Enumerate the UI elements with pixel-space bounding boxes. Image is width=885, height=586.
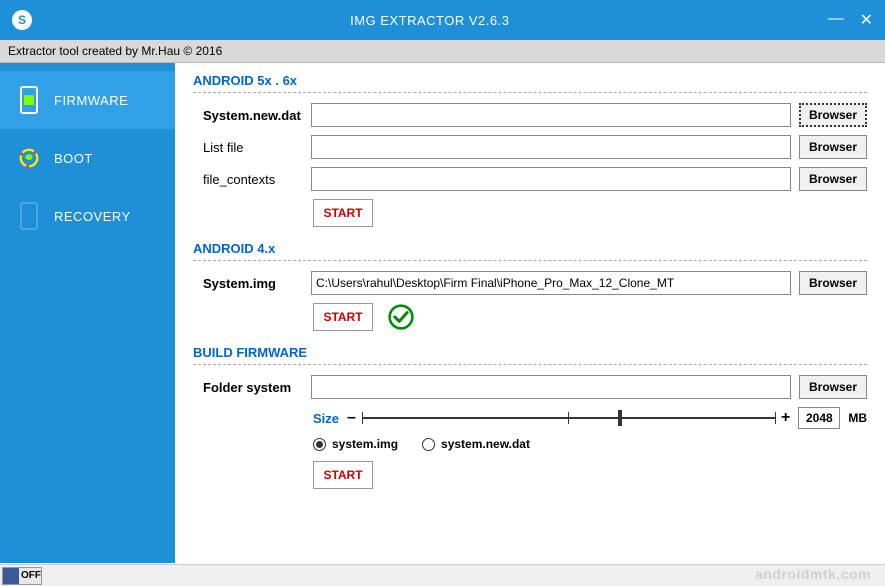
radio-system-img[interactable]: system.img <box>313 437 398 451</box>
off-toggle-label: OFF <box>21 570 41 581</box>
list-file-label: List file <box>193 140 303 155</box>
section-header: ANDROID 4.x <box>193 241 867 256</box>
system-new-dat-label: System.new.dat <box>193 108 303 123</box>
system-new-dat-input[interactable] <box>311 103 791 127</box>
sidebar-item-label: FIRMWARE <box>54 93 128 108</box>
minimize-button[interactable]: — <box>828 10 844 30</box>
list-file-input[interactable] <box>311 135 791 159</box>
radio-icon <box>313 438 326 451</box>
file-contexts-input[interactable] <box>311 167 791 191</box>
section-android-4x: ANDROID 4.x System.img Browser START <box>193 241 867 331</box>
divider <box>193 260 867 261</box>
sidebar-item-label: BOOT <box>54 151 93 166</box>
divider <box>193 364 867 365</box>
section-header: ANDROID 5x . 6x <box>193 73 867 88</box>
start-button-android4[interactable]: START <box>313 303 373 331</box>
folder-system-input[interactable] <box>311 375 791 399</box>
size-label: Size <box>313 411 339 426</box>
divider <box>193 92 867 93</box>
sidebar-item-label: RECOVERY <box>54 209 131 224</box>
subtitle-bar: Extractor tool created by Mr.Hau © 2016 <box>0 40 885 63</box>
section-android-5x-6x: ANDROID 5x . 6x System.new.dat Browser L… <box>193 73 867 227</box>
sidebar-item-recovery[interactable]: RECOVERY <box>0 187 175 245</box>
footer: OFF androidmtk.com <box>0 564 885 586</box>
folder-system-browser-button[interactable]: Browser <box>799 375 867 399</box>
content-panel: ANDROID 5x . 6x System.new.dat Browser L… <box>175 63 885 563</box>
success-checkmark-icon <box>387 303 415 331</box>
radio-icon <box>422 438 435 451</box>
system-img-label: System.img <box>193 276 303 291</box>
watermark: androidmtk.com <box>755 566 871 582</box>
boot-icon <box>18 143 40 173</box>
titlebar: S IMG EXTRACTOR V2.6.3 — ✕ <box>0 0 885 40</box>
size-increase-button[interactable]: + <box>781 409 790 427</box>
size-unit-label: MB <box>848 411 867 425</box>
firmware-icon <box>18 85 40 115</box>
size-decrease-button[interactable]: – <box>347 409 356 427</box>
system-new-dat-browser-button[interactable]: Browser <box>799 103 867 127</box>
list-file-browser-button[interactable]: Browser <box>799 135 867 159</box>
file-contexts-label: file_contexts <box>193 172 303 187</box>
size-slider[interactable] <box>362 408 775 428</box>
start-button-android56[interactable]: START <box>313 199 373 227</box>
off-toggle[interactable]: OFF <box>2 567 42 585</box>
close-button[interactable]: ✕ <box>860 10 873 30</box>
section-header: BUILD FIRMWARE <box>193 345 867 360</box>
app-logo: S <box>12 10 32 30</box>
recovery-icon <box>18 201 40 231</box>
system-img-input[interactable] <box>311 271 791 295</box>
radio-label: system.img <box>332 437 398 451</box>
sidebar-item-boot[interactable]: BOOT <box>0 129 175 187</box>
window-title: IMG EXTRACTOR V2.6.3 <box>32 13 828 28</box>
sidebar: FIRMWARE BOOT RECOVERY <box>0 63 175 563</box>
start-button-build[interactable]: START <box>313 461 373 489</box>
system-img-browser-button[interactable]: Browser <box>799 271 867 295</box>
file-contexts-browser-button[interactable]: Browser <box>799 167 867 191</box>
radio-label: system.new.dat <box>441 437 530 451</box>
size-value-input[interactable] <box>798 407 840 429</box>
folder-system-label: Folder system <box>193 380 303 395</box>
radio-system-new-dat[interactable]: system.new.dat <box>422 437 530 451</box>
sidebar-item-firmware[interactable]: FIRMWARE <box>0 71 175 129</box>
section-build-firmware: BUILD FIRMWARE Folder system Browser Siz… <box>193 345 867 489</box>
